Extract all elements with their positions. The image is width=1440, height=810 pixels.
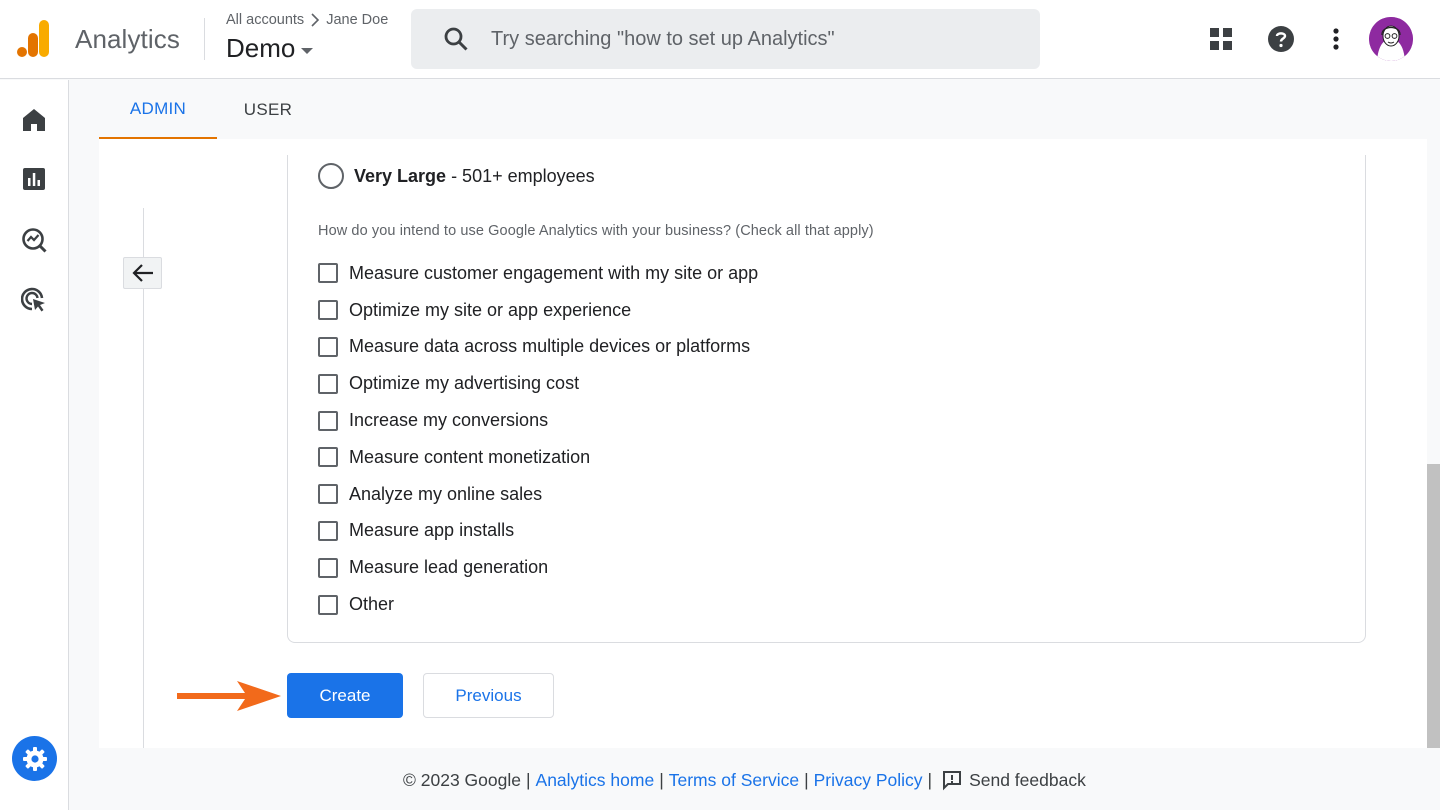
checkbox-option[interactable]: Increase my conversions xyxy=(318,402,758,439)
left-nav-rail xyxy=(0,80,69,810)
chevron-right-icon xyxy=(311,13,320,27)
analytics-home-link[interactable]: Analytics home xyxy=(536,770,655,791)
breadcrumb-all-accounts[interactable]: All accounts xyxy=(226,12,304,28)
top-app-bar: Analytics All accounts Jane Doe Demo xyxy=(0,0,1440,79)
checkbox[interactable] xyxy=(318,484,338,505)
previous-button[interactable]: Previous xyxy=(423,673,554,718)
search-bar[interactable] xyxy=(411,9,1040,69)
footer-separator: | xyxy=(804,769,809,790)
footer-separator: | xyxy=(927,769,933,790)
copyright: © 2023 Google xyxy=(403,769,521,790)
breadcrumb[interactable]: All accounts Jane Doe xyxy=(226,12,388,28)
send-feedback-link[interactable]: Send feedback xyxy=(941,769,1086,791)
usage-options-list: Measure customer engagement with my site… xyxy=(318,255,758,623)
more-vert-icon[interactable] xyxy=(1321,24,1351,54)
search-input[interactable] xyxy=(491,23,1021,55)
privacy-link[interactable]: Privacy Policy xyxy=(814,770,923,791)
checkbox-option[interactable]: Optimize my advertising cost xyxy=(318,365,758,402)
checkbox[interactable] xyxy=(318,557,338,578)
footer-separator: | xyxy=(659,769,664,790)
checkbox[interactable] xyxy=(318,300,338,321)
search-icon xyxy=(444,27,468,51)
create-button[interactable]: Create xyxy=(287,673,403,718)
home-icon[interactable] xyxy=(21,107,47,133)
header-divider xyxy=(204,18,205,60)
checkbox[interactable] xyxy=(318,263,338,284)
checkbox[interactable] xyxy=(318,336,338,357)
business-info-card: Very Large - 501+ employees How do you i… xyxy=(287,155,1366,643)
tab-admin[interactable]: ADMIN xyxy=(99,80,217,139)
explore-icon[interactable] xyxy=(21,227,47,253)
breadcrumb-user[interactable]: Jane Doe xyxy=(326,12,388,28)
checkbox[interactable] xyxy=(318,594,338,615)
checkbox-option[interactable]: Optimize my site or app experience xyxy=(318,292,758,329)
account-selector[interactable]: Demo xyxy=(226,33,314,64)
back-button[interactable] xyxy=(123,257,162,289)
tab-user[interactable]: USER xyxy=(217,80,319,139)
checkbox-option[interactable]: Analyze my online sales xyxy=(318,476,758,513)
usage-question: How do you intend to use Google Analytic… xyxy=(318,223,874,239)
reports-icon[interactable] xyxy=(21,166,47,192)
footer-separator: | xyxy=(525,769,531,790)
avatar[interactable] xyxy=(1369,17,1413,61)
scrollbar-thumb[interactable] xyxy=(1427,464,1440,748)
checkbox-option[interactable]: Measure lead generation xyxy=(318,549,758,586)
account-name: Demo xyxy=(226,33,296,63)
checkbox[interactable] xyxy=(318,373,338,394)
annotation-arrow-icon xyxy=(177,681,281,711)
terms-link[interactable]: Terms of Service xyxy=(669,770,799,791)
caret-down-icon xyxy=(301,47,314,54)
checkbox-option[interactable]: Measure content monetization xyxy=(318,439,758,476)
checkbox-option[interactable]: Measure app installs xyxy=(318,513,758,550)
apps-grid-icon[interactable] xyxy=(1206,24,1236,54)
gear-icon xyxy=(22,746,47,771)
account-setup-panel: Very Large - 501+ employees How do you i… xyxy=(99,139,1427,748)
checkbox-option[interactable]: Other xyxy=(318,586,758,623)
admin-user-tabs: ADMIN USER xyxy=(99,80,1440,139)
radio-button[interactable] xyxy=(318,163,344,189)
footer: © 2023 Google | Analytics home | Terms o… xyxy=(403,768,1086,792)
size-option-label: Very Large - 501+ employees xyxy=(354,165,595,186)
help-icon[interactable] xyxy=(1266,24,1296,54)
checkbox[interactable] xyxy=(318,447,338,468)
checkbox[interactable] xyxy=(318,410,338,431)
feedback-icon xyxy=(943,771,962,791)
checkbox-option[interactable]: Measure data across multiple devices or … xyxy=(318,329,758,366)
app-title[interactable]: Analytics xyxy=(75,24,180,55)
checkbox-option[interactable]: Measure customer engagement with my site… xyxy=(318,255,758,292)
admin-settings-button[interactable] xyxy=(12,736,57,781)
size-option-very-large[interactable]: Very Large - 501+ employees xyxy=(318,163,595,189)
analytics-logo-icon[interactable] xyxy=(16,20,52,58)
checkbox[interactable] xyxy=(318,520,338,541)
advertising-icon[interactable] xyxy=(21,287,47,313)
arrow-left-icon xyxy=(131,264,153,282)
step-line xyxy=(143,208,144,748)
